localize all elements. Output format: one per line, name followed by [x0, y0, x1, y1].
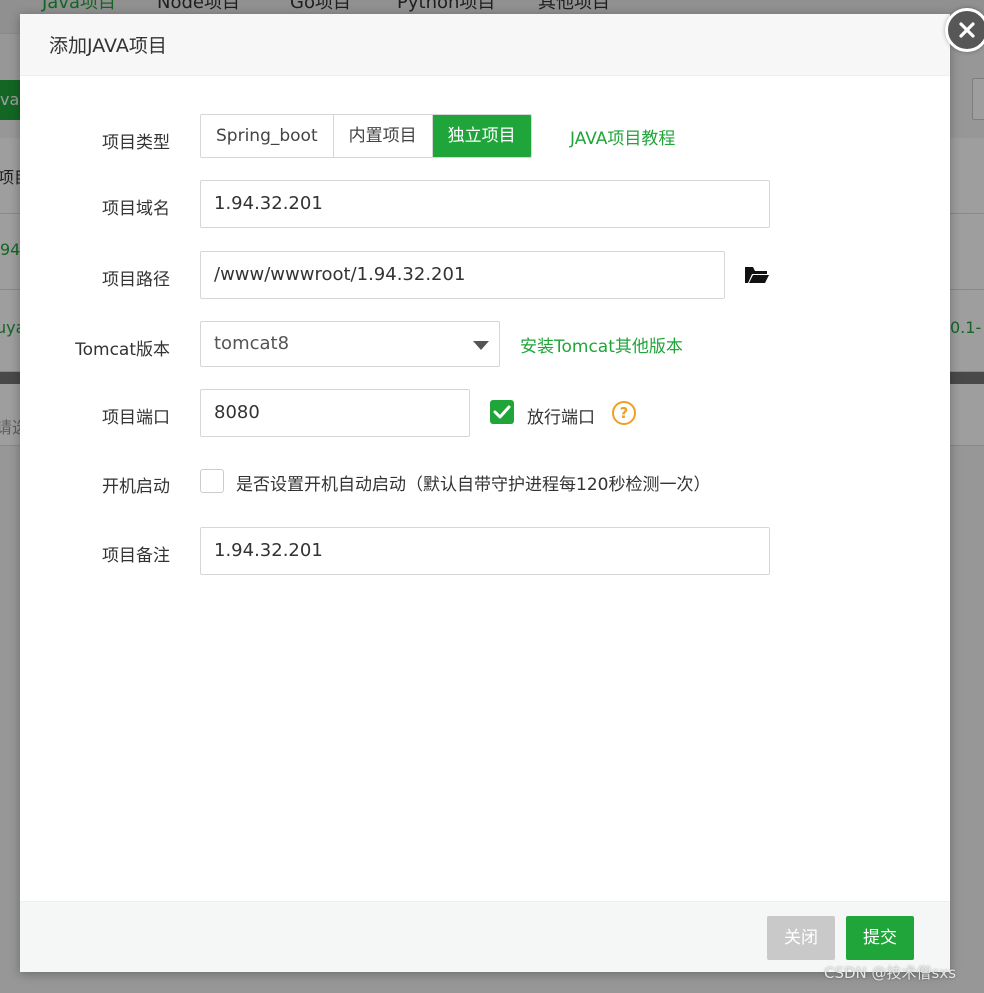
- remark-label: 项目备注: [102, 546, 170, 566]
- domain-input[interactable]: 1.94.32.201: [200, 180, 770, 228]
- path-input[interactable]: /www/wwwroot/1.94.32.201: [200, 251, 725, 299]
- autostart-label: 开机启动: [102, 477, 170, 497]
- type-option-spring-boot[interactable]: Spring_boot: [201, 115, 334, 157]
- install-tomcat-link[interactable]: 安装Tomcat其他版本: [520, 332, 683, 357]
- close-icon: [959, 22, 975, 38]
- type-option-standalone[interactable]: 独立项目: [432, 115, 531, 157]
- add-java-project-dialog: 添加JAVA项目 项目类型 Spring_boot 内置项目 独立项目 JAVA…: [20, 8, 984, 972]
- type-option-builtin[interactable]: 内置项目: [333, 115, 433, 157]
- watermark: CSDN @技术僧sxs: [824, 964, 957, 982]
- tomcat-selected-value: tomcat8: [214, 333, 290, 354]
- domain-label: 项目域名: [102, 199, 170, 219]
- java-tutorial-link[interactable]: JAVA项目教程: [570, 124, 675, 149]
- remark-input[interactable]: 1.94.32.201: [200, 527, 770, 575]
- tomcat-select[interactable]: tomcat8: [200, 321, 500, 367]
- port-input[interactable]: 8080: [200, 389, 470, 437]
- dialog-close-button[interactable]: [945, 8, 984, 52]
- tomcat-label: Tomcat版本: [75, 340, 170, 360]
- folder-open-icon[interactable]: [744, 264, 770, 286]
- dialog-title: 添加JAVA项目: [20, 14, 950, 76]
- submit-button[interactable]: 提交: [846, 916, 914, 960]
- path-label: 项目路径: [102, 270, 170, 290]
- check-icon: [493, 405, 511, 419]
- project-type-selector: Spring_boot 内置项目 独立项目: [200, 114, 532, 158]
- release-port-checkbox[interactable]: [490, 400, 514, 424]
- autostart-description: 是否设置开机自动启动（默认自带守护进程每120秒检测一次）: [236, 475, 711, 495]
- project-type-label: 项目类型: [102, 133, 170, 153]
- close-button[interactable]: 关闭: [767, 916, 835, 960]
- chevron-down-icon: [473, 341, 489, 350]
- help-icon[interactable]: ?: [612, 401, 636, 425]
- port-label: 项目端口: [102, 408, 170, 428]
- dialog-footer: 关闭 提交: [20, 901, 950, 972]
- autostart-checkbox[interactable]: [200, 469, 224, 493]
- release-port-label: 放行端口: [527, 408, 595, 428]
